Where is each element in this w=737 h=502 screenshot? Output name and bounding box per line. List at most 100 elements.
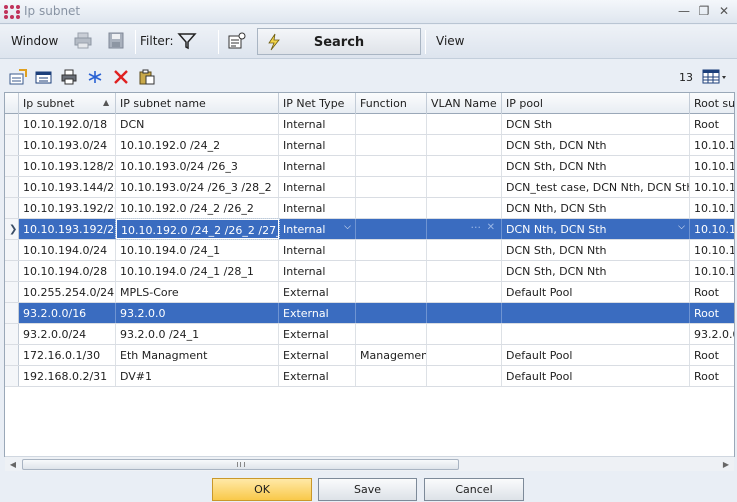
cell-ip-pool[interactable]: Default Pool bbox=[502, 282, 690, 302]
cell-ip-net-type[interactable]: External bbox=[279, 303, 356, 323]
scrollbar-thumb[interactable] bbox=[22, 459, 459, 470]
cell-function[interactable] bbox=[356, 156, 427, 176]
cell-vlan-name[interactable] bbox=[427, 261, 502, 281]
cell-root-subnet[interactable]: 10.10.1 bbox=[690, 156, 734, 176]
cell-ip-subnet-name[interactable]: 10.10.192.0 /24_2 bbox=[116, 135, 279, 155]
dropdown-chevron-icon[interactable]: ⌵ bbox=[344, 222, 351, 232]
cell-vlan-name[interactable] bbox=[427, 240, 502, 260]
cell-ip-subnet[interactable]: 192.168.0.2/31 bbox=[19, 366, 116, 386]
cell-ip-subnet-name[interactable]: DCN bbox=[116, 114, 279, 134]
cell-root-subnet[interactable]: Root bbox=[690, 366, 734, 386]
cell-function[interactable] bbox=[356, 261, 427, 281]
cell-function[interactable] bbox=[356, 366, 427, 386]
cell-ip-net-type[interactable]: External bbox=[279, 345, 356, 365]
cell-vlan-name[interactable] bbox=[427, 324, 502, 344]
cell-ip-pool[interactable]: DCN Sth, DCN Nth bbox=[502, 240, 690, 260]
cell-ip-pool[interactable]: Default Pool bbox=[502, 366, 690, 386]
row-indicator[interactable] bbox=[5, 135, 19, 155]
cell-ip-net-type[interactable]: External bbox=[279, 366, 356, 386]
cell-ip-subnet-name[interactable]: 10.10.192.0 /24_2 /26_2 /27_1 bbox=[115, 218, 280, 240]
table-row[interactable]: 10.10.194.0/24 10.10.194.0 /24_1 Internal D… bbox=[5, 240, 734, 261]
cell-ip-subnet-name[interactable]: Eth Managment bbox=[116, 345, 279, 365]
cell-ip-net-type[interactable]: Internal bbox=[279, 156, 356, 176]
cell-ip-subnet[interactable]: 10.10.194.0/24 bbox=[19, 240, 116, 260]
table-row[interactable]: ❯ 10.10.193.192/27 10.10.192.0 /24_2 /26_2… bbox=[5, 218, 734, 240]
cell-vlan-name[interactable] bbox=[427, 156, 502, 176]
cell-ip-subnet[interactable]: 10.10.192.0/18 bbox=[19, 114, 116, 134]
delete-icon[interactable] bbox=[112, 69, 130, 85]
ok-button[interactable]: OK bbox=[212, 478, 312, 501]
cell-vlan-name[interactable] bbox=[427, 366, 502, 386]
freeze-icon[interactable] bbox=[86, 69, 104, 85]
cell-ip-pool[interactable]: DCN Sth bbox=[502, 114, 690, 134]
cell-function[interactable] bbox=[356, 324, 427, 344]
cell-ip-subnet[interactable]: 93.2.0.0/16 bbox=[19, 303, 116, 323]
cell-ip-subnet[interactable]: 172.16.0.1/30 bbox=[19, 345, 116, 365]
cell-ip-pool[interactable] bbox=[502, 324, 690, 344]
cell-ip-subnet-name[interactable]: 10.10.192.0 /24_2 /26_2 bbox=[116, 198, 279, 218]
col-header-ip-subnet-name[interactable]: IP subnet name bbox=[116, 93, 279, 114]
cell-root-subnet[interactable]: 10.10.1 bbox=[690, 261, 734, 281]
table-row[interactable]: 10.10.193.144/28 10.10.193.0/24 /26_3 /28… bbox=[5, 177, 734, 198]
new-record-icon[interactable] bbox=[9, 69, 27, 85]
cell-root-subnet[interactable]: 10.10.1 bbox=[690, 135, 734, 155]
row-indicator[interactable] bbox=[5, 282, 19, 302]
cell-ip-net-type[interactable]: Internal bbox=[279, 135, 356, 155]
ellipsis-icon[interactable]: ··· bbox=[471, 221, 482, 234]
cell-root-subnet[interactable]: Root bbox=[690, 303, 734, 323]
cell-ip-subnet-name[interactable]: 10.10.193.0/24 /26_3 bbox=[116, 156, 279, 176]
row-indicator[interactable] bbox=[5, 156, 19, 176]
cell-root-subnet[interactable]: Root bbox=[690, 114, 734, 134]
scroll-left-icon[interactable]: ◀ bbox=[6, 458, 20, 471]
cell-function[interactable] bbox=[356, 177, 427, 197]
cell-function[interactable] bbox=[356, 219, 427, 239]
horizontal-scrollbar[interactable]: ◀ ▶ bbox=[5, 456, 734, 471]
minimize-icon[interactable]: — bbox=[676, 3, 692, 19]
cell-ip-net-type[interactable]: External bbox=[279, 324, 356, 344]
table-row[interactable]: 93.2.0.0/24 93.2.0.0 /24_1 External 93.2.0.… bbox=[5, 324, 734, 345]
cell-ip-pool[interactable]: DCN Sth, DCN Nth bbox=[502, 156, 690, 176]
cell-ip-subnet[interactable]: 10.10.193.192/26 bbox=[19, 198, 116, 218]
print-icon[interactable] bbox=[73, 32, 93, 50]
window-menu[interactable]: Window bbox=[11, 34, 58, 48]
cell-ip-pool[interactable]: DCN_test case, DCN Nth, DCN Sth bbox=[502, 177, 690, 197]
table-row[interactable]: 172.16.0.1/30 Eth Managment External Manage… bbox=[5, 345, 734, 366]
cell-ip-net-type[interactable]: Internal bbox=[279, 240, 356, 260]
column-chooser-icon[interactable] bbox=[702, 69, 728, 85]
row-indicator[interactable] bbox=[5, 366, 19, 386]
cell-root-subnet[interactable]: 10.10.1 bbox=[690, 198, 734, 218]
cell-ip-subnet-name[interactable]: MPLS-Core bbox=[116, 282, 279, 302]
cell-ip-pool[interactable]: Default Pool bbox=[502, 345, 690, 365]
row-indicator[interactable] bbox=[5, 240, 19, 260]
dropdown-chevron-icon[interactable]: ⌵ bbox=[678, 222, 685, 232]
settings-form-icon[interactable] bbox=[227, 32, 247, 50]
cell-ip-subnet[interactable]: 10.10.193.144/28 bbox=[19, 177, 116, 197]
col-header-ip-net-type[interactable]: IP Net Type bbox=[279, 93, 356, 114]
cell-ip-pool[interactable]: DCN Sth, DCN Nth bbox=[502, 135, 690, 155]
cell-ip-net-type[interactable]: Internal ⌵ bbox=[279, 219, 356, 239]
cell-ip-net-type[interactable]: External bbox=[279, 282, 356, 302]
cell-ip-subnet[interactable]: 93.2.0.0/24 bbox=[19, 324, 116, 344]
cell-ip-net-type[interactable]: Internal bbox=[279, 177, 356, 197]
cell-function[interactable] bbox=[356, 198, 427, 218]
cell-root-subnet[interactable]: Root bbox=[690, 345, 734, 365]
cell-ip-subnet[interactable]: 10.10.194.0/28 bbox=[19, 261, 116, 281]
cell-ip-pool[interactable]: DCN Nth, DCN Sth bbox=[502, 198, 690, 218]
row-indicator[interactable] bbox=[5, 177, 19, 197]
cell-ip-subnet-name[interactable]: 93.2.0.0 bbox=[116, 303, 279, 323]
cell-ip-net-type[interactable]: Internal bbox=[279, 114, 356, 134]
cell-ip-pool[interactable]: DCN Sth, DCN Nth bbox=[502, 261, 690, 281]
table-row[interactable]: 93.2.0.0/16 93.2.0.0 External Root bbox=[5, 303, 734, 324]
table-row[interactable]: 192.168.0.2/31 DV#1 External Default Pool Ro… bbox=[5, 366, 734, 387]
print-records-icon[interactable] bbox=[60, 69, 78, 85]
cell-vlan-name[interactable] bbox=[427, 135, 502, 155]
search-button[interactable]: Search bbox=[257, 28, 421, 55]
col-header-function[interactable]: Function bbox=[356, 93, 427, 114]
view-menu[interactable]: View bbox=[436, 34, 464, 48]
cell-function[interactable] bbox=[356, 240, 427, 260]
table-row[interactable]: 10.10.194.0/28 10.10.194.0 /24_1 /28_1 Int… bbox=[5, 261, 734, 282]
row-indicator[interactable] bbox=[5, 261, 19, 281]
cell-ip-subnet[interactable]: 10.10.193.0/24 bbox=[19, 135, 116, 155]
cell-ip-subnet-name[interactable]: 10.10.193.0/24 /26_3 /28_2 bbox=[116, 177, 279, 197]
row-indicator[interactable] bbox=[5, 303, 19, 323]
